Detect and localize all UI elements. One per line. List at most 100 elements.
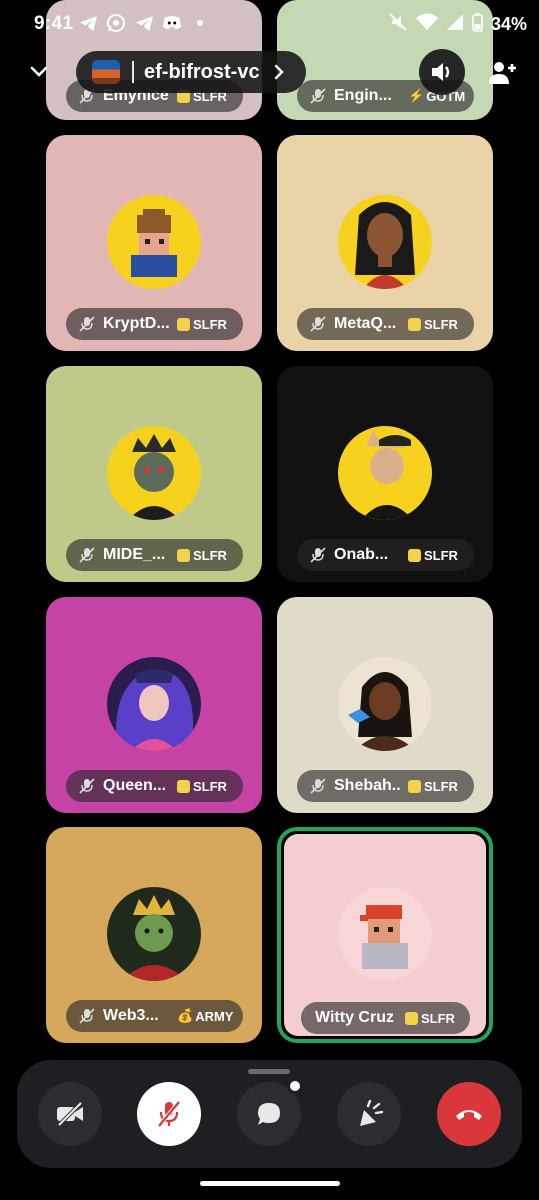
drag-handle[interactable] [248,1069,290,1074]
add-user-icon [489,62,516,84]
tag-icon [177,317,190,331]
participant-name: Web3... [103,1007,159,1024]
battery-percent: 34% [490,14,527,34]
telegram-icon [134,13,154,33]
participant-tag: SLFR [408,548,458,563]
participant-tag: SLFR [405,1011,455,1026]
wifi-icon [415,13,438,36]
channel-selector[interactable]: ef-bifrost-vc [76,51,306,93]
call-controls [17,1060,522,1168]
participant-name: Onab... [334,546,389,563]
participant-tag: SLFR [177,779,227,794]
speaker-icon [432,63,450,81]
mic-muted-icon [78,1007,96,1025]
avatar [338,195,432,289]
whatsapp-icon [106,13,126,33]
tag-label: SLFR [421,1010,455,1026]
avatar [338,657,432,751]
participant-nameplate: Witty Cruz SLFR [301,1002,470,1034]
dot-icon [190,13,210,33]
mic-muted-icon [78,315,96,333]
tag-icon [408,317,421,331]
avatar [107,426,201,520]
chat-button[interactable] [237,1078,303,1146]
battery-icon [472,12,483,37]
channel-name: ef-bifrost-vc [144,60,260,83]
mic-muted-icon [78,546,96,564]
tag-icon [177,779,190,793]
tag-icon [408,779,421,793]
avatar [338,426,432,520]
status-time: 9:41 [34,13,74,34]
participant-tag: 💰 ARMY [177,1008,233,1024]
hang-up-icon [456,1110,482,1120]
camera-off-icon [57,1101,83,1127]
telegram-icon [78,13,98,33]
chat-icon [258,1103,280,1125]
notification-dot [287,1078,303,1094]
collapse-button[interactable] [22,55,56,89]
participant-nameplate: KryptD... SLFR [66,308,243,340]
tag-label: SLFR [424,547,458,563]
participant-nameplate: Shebah... SLFR [297,770,474,802]
chevron-down-icon [30,66,48,77]
status-bar: 9:41 34% [0,0,539,48]
participant-tag: SLFR [177,317,227,332]
avatar [107,195,201,289]
activity-button[interactable] [337,1082,401,1146]
participant-name: MetaQ... [334,315,397,332]
participant-nameplate: Onab... SLFR [297,539,474,571]
participant-tag: SLFR [177,548,227,563]
tag-icon [405,1011,418,1025]
participant-nameplate: MIDE_... SLFR [66,539,243,571]
invite-button[interactable] [482,53,522,93]
avatar [107,887,201,981]
participant-tile[interactable]: Shebah... SLFR [277,597,493,813]
tag-label: SLFR [424,778,458,794]
activity-icon [360,1100,384,1126]
participant-name: MIDE_... [103,546,166,563]
participant-tile-speaking[interactable]: Witty Cruz SLFR [277,827,493,1043]
home-indicator[interactable] [200,1181,340,1186]
mic-muted-icon [309,315,327,333]
participant-tile[interactable]: MetaQ... SLFR [277,135,493,351]
tag-label: SLFR [193,778,227,794]
camera-toggle-button[interactable] [38,1082,102,1146]
divider [132,61,134,83]
participant-name: Shebah... [334,777,400,794]
participant-name: KryptD... [103,315,169,332]
participant-tag: SLFR [408,317,458,332]
participant-nameplate: Queen... SLFR [66,770,243,802]
mic-toggle-button[interactable] [137,1082,201,1146]
avatar [338,887,432,981]
leave-call-button[interactable] [437,1082,501,1146]
mic-muted-icon [157,1100,181,1128]
signal-icon [446,13,464,36]
tag-label: SLFR [424,316,458,332]
tag-label: ARMY [195,1008,234,1024]
tag-label: SLFR [193,316,227,332]
mic-muted-icon [309,546,327,564]
mic-muted-icon [78,777,96,795]
participant-name: Queen... [103,777,167,794]
participant-tile[interactable]: Web3... 💰 ARMY [46,827,262,1043]
participant-tile[interactable]: Queen... SLFR [46,597,262,813]
tag-label: SLFR [193,547,227,563]
chevron-right-icon [274,64,284,80]
participant-tile[interactable]: KryptD... SLFR [46,135,262,351]
tag-icon [177,548,190,562]
participant-tile[interactable]: Onab... SLFR [277,366,493,582]
participant-tag: SLFR [408,779,458,794]
tag-icon [408,548,421,562]
lightning-icon: ⚡ [408,88,425,103]
discord-icon [162,13,182,33]
participant-tile[interactable]: MIDE_... SLFR [46,366,262,582]
money-bag-icon: 💰 [177,1008,194,1023]
avatar [107,657,201,751]
participant-nameplate: MetaQ... SLFR [297,308,474,340]
server-icon [92,60,120,84]
mic-muted-icon [309,87,327,105]
mic-muted-icon [309,777,327,795]
speaker-button[interactable] [419,49,465,95]
mute-icon [388,12,408,37]
